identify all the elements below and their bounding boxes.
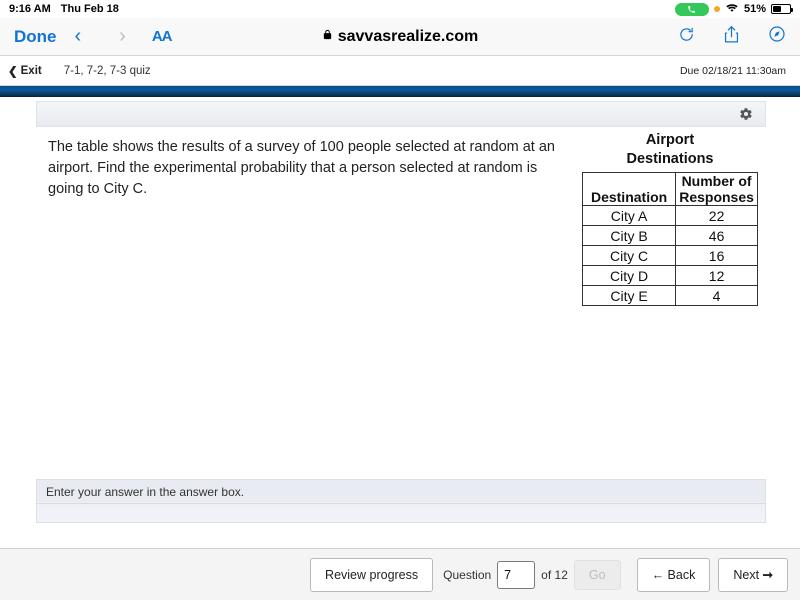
review-progress-button[interactable]: Review progress bbox=[310, 557, 434, 592]
chevron-left-icon: ❮ bbox=[8, 65, 18, 78]
exit-button[interactable]: ❮ Exit bbox=[8, 64, 42, 78]
navigation-toolbar: Review progress Question 7 of 12 Go ← Ba… bbox=[0, 548, 800, 600]
status-strip: Enter your answer in the answer box. bbox=[36, 479, 766, 523]
share-icon[interactable] bbox=[723, 25, 740, 49]
prev-next-group: ← Back Next ➞ bbox=[636, 557, 788, 592]
table-row: City C 16 bbox=[581, 245, 758, 266]
next-button[interactable]: Next ➞ bbox=[718, 557, 788, 592]
browser-forward-button[interactable]: › bbox=[119, 25, 126, 48]
done-button[interactable]: Done bbox=[14, 27, 57, 47]
arrow-left-icon: ← bbox=[651, 567, 668, 582]
next-label: Next bbox=[733, 567, 760, 582]
cell-responses: 46 bbox=[675, 225, 758, 246]
table-title: Airport Destinations bbox=[580, 131, 760, 169]
table-title-line2: Destinations bbox=[626, 151, 714, 167]
status-right-cluster: 51% bbox=[674, 2, 793, 16]
question-content-area: The table shows the results of a survey … bbox=[0, 97, 800, 548]
status-strip-separator bbox=[37, 503, 765, 504]
cell-responses: 22 bbox=[675, 205, 758, 226]
status-message: Enter your answer in the answer box. bbox=[46, 485, 245, 499]
question-panel: The table shows the results of a survey … bbox=[36, 101, 766, 309]
review-progress-label: Review progress bbox=[325, 567, 419, 582]
cell-destination: City E bbox=[581, 285, 677, 306]
due-date-label: Due 02/18/21 11:30am bbox=[679, 64, 786, 77]
table-row: City D 12 bbox=[581, 265, 758, 286]
question-navigator: Question 7 of 12 Go bbox=[443, 559, 621, 590]
go-button[interactable]: Go bbox=[573, 559, 621, 590]
status-time: 9:16 AM bbox=[9, 3, 51, 15]
wifi-icon bbox=[725, 2, 739, 16]
status-date: Thu Feb 18 bbox=[60, 3, 119, 15]
table-row: City A 22 bbox=[581, 205, 758, 226]
assignment-title: 7-1, 7-2, 7-3 quiz bbox=[63, 64, 151, 77]
gear-icon[interactable] bbox=[739, 107, 753, 121]
assignment-header: ❮ Exit 7-1, 7-2, 7-3 quiz Due 02/18/21 1… bbox=[0, 56, 800, 86]
table-header-responses-line2: Responses bbox=[679, 189, 754, 205]
back-label: Back bbox=[667, 567, 696, 582]
exit-label: Exit bbox=[20, 64, 42, 77]
browser-nav-group: ‹ › bbox=[75, 25, 126, 48]
question-prompt: The table shows the results of a survey … bbox=[48, 139, 555, 197]
question-body: The table shows the results of a survey … bbox=[36, 127, 766, 309]
cell-destination: City B bbox=[581, 225, 677, 246]
blue-accent-band bbox=[0, 86, 800, 97]
lock-icon bbox=[322, 28, 333, 46]
table-header-responses: Number of Responses bbox=[675, 172, 758, 206]
table-header-destination: Destination bbox=[581, 172, 677, 206]
cell-destination: City D bbox=[581, 265, 677, 286]
table-row: City B 46 bbox=[581, 225, 758, 246]
phone-icon bbox=[674, 2, 709, 16]
question-total-label: of 12 bbox=[541, 567, 568, 582]
cell-destination: City A bbox=[581, 205, 677, 226]
cell-responses: 4 bbox=[675, 285, 758, 306]
arrow-right-icon: ➞ bbox=[759, 568, 773, 582]
cell-destination: City C bbox=[581, 245, 677, 266]
safari-actions bbox=[678, 25, 786, 49]
survey-table-block: Airport Destinations Destination Number … bbox=[580, 131, 760, 306]
ios-status-bar: 9:16 AM Thu Feb 18 51% bbox=[0, 0, 800, 18]
battery-percent: 51% bbox=[743, 3, 766, 15]
text-size-label: AA bbox=[151, 28, 173, 45]
safari-toolbar: Done ‹ › AA savvasrealize.com bbox=[0, 18, 800, 56]
table-title-line1: Airport bbox=[645, 132, 695, 148]
table-row: City E 4 bbox=[581, 285, 758, 306]
back-button[interactable]: ← Back bbox=[636, 557, 711, 592]
privacy-indicator-icon bbox=[713, 6, 720, 12]
address-bar[interactable]: savvasrealize.com bbox=[240, 28, 560, 46]
url-text: savvasrealize.com bbox=[337, 27, 479, 45]
survey-table: Destination Number of Responses City A 2… bbox=[581, 172, 758, 306]
question-label: Question bbox=[443, 567, 492, 582]
battery-icon bbox=[771, 4, 793, 14]
reload-icon[interactable] bbox=[678, 26, 695, 48]
compass-icon[interactable] bbox=[768, 25, 786, 48]
cell-responses: 12 bbox=[675, 265, 758, 286]
question-toolbar bbox=[36, 101, 766, 127]
text-size-button[interactable]: AA bbox=[151, 28, 173, 45]
table-header-responses-line1: Number of bbox=[681, 173, 752, 189]
cell-responses: 16 bbox=[675, 245, 758, 266]
table-header-row: Destination Number of Responses bbox=[581, 172, 758, 206]
question-number-input[interactable]: 7 bbox=[497, 560, 536, 589]
browser-back-button[interactable]: ‹ bbox=[75, 25, 82, 48]
